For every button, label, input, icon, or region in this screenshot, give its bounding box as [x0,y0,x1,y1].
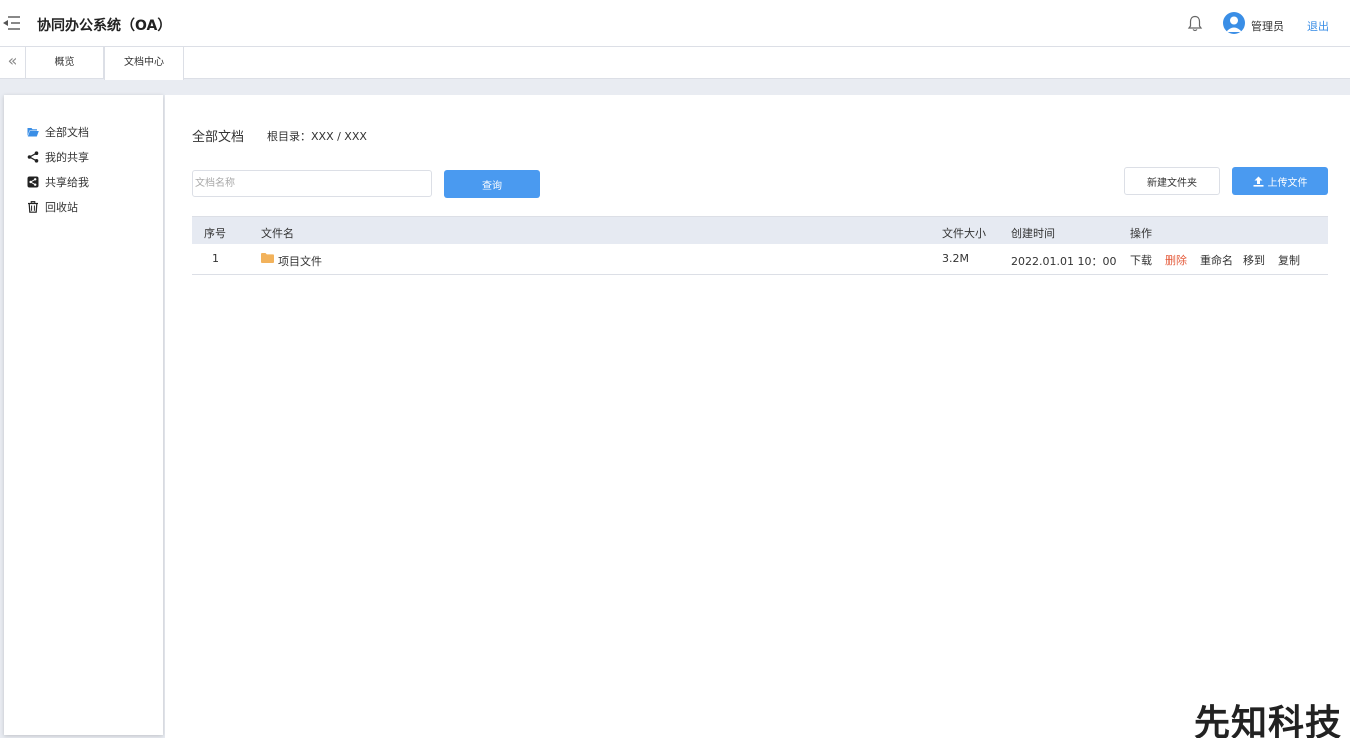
column-header-name: 文件名 [261,227,294,240]
new-folder-button[interactable]: 新建文件夹 [1124,167,1220,195]
share-square-icon [27,176,39,188]
sidebar-item-recycle-bin[interactable]: 回收站 [27,199,78,215]
folder-icon [261,253,274,263]
user-icon [1226,16,1242,32]
sidebar: 全部文档 我的共享 共享给我 回收站 [4,95,163,735]
avatar[interactable] [1223,12,1245,34]
delete-action[interactable]: 删除 [1165,252,1187,268]
user-name: 管理员 [1251,20,1284,33]
column-header-actions: 操作 [1130,227,1152,240]
sidebar-item-all-docs[interactable]: 全部文档 [27,124,89,140]
download-action[interactable]: 下载 [1130,252,1152,268]
app-title: 协同办公系统（OA） [37,18,172,34]
column-header-size: 文件大小 [942,227,986,240]
upload-button-label: 上传文件 [1267,177,1308,189]
menu-toggle-icon[interactable] [2,14,20,32]
table-row: 1 项目文件 3.2M 2022.01.01 10：00 下载 删除 重命名 移… [192,244,1328,275]
query-button[interactable]: 查询 [444,170,540,198]
breadcrumb: 根目录：XXX / XXX [267,130,367,143]
share-icon [27,151,39,163]
upload-icon [1253,176,1263,187]
upload-button[interactable]: 上传文件 [1232,167,1328,195]
sidebar-item-label: 我的共享 [45,151,89,164]
search-input[interactable] [192,170,432,197]
tab-overview[interactable]: 概览 [26,47,104,79]
table-header: 序号 文件名 文件大小 创建时间 操作 [192,216,1328,244]
sidebar-item-label: 共享给我 [45,176,89,189]
watermark-logo: 先知科技 [1194,703,1343,738]
move-action[interactable]: 移到 [1243,252,1265,268]
logout-link[interactable]: 退出 [1307,18,1329,34]
sidebar-item-shared-with-me[interactable]: 共享给我 [27,174,89,190]
tab-document-center[interactable]: 文档中心 [104,47,184,80]
collapse-icon[interactable]: « [0,47,26,78]
page-title: 全部文档 [192,130,245,145]
sidebar-item-label: 回收站 [45,201,78,214]
row-index: 1 [212,252,219,265]
trash-icon [28,201,38,213]
sidebar-item-label: 全部文档 [45,126,89,139]
main-panel: 全部文档 根目录：XXX / XXX 查询 新建文件夹 上传文件 序号 文件名 … [165,95,1350,738]
column-header-index: 序号 [204,227,226,240]
sidebar-item-my-shares[interactable]: 我的共享 [27,149,89,165]
bell-icon[interactable] [1187,15,1203,32]
column-header-created: 创建时间 [1011,227,1055,240]
file-name-link[interactable]: 项目文件 [278,253,322,269]
row-created-time: 2022.01.01 10：00 [1011,255,1117,268]
row-file-size: 3.2M [942,252,969,265]
copy-action[interactable]: 复制 [1278,252,1300,268]
tab-bar: « 概览 文档中心 [0,47,1350,80]
rename-action[interactable]: 重命名 [1200,252,1233,268]
top-header: 协同办公系统（OA） 管理员 退出 [0,0,1350,47]
folder-open-icon [27,128,39,137]
